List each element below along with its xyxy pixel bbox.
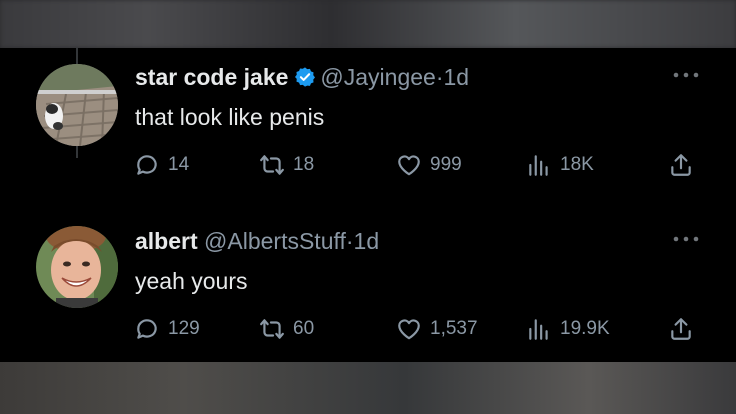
display-name[interactable]: star code jake [135,64,288,90]
retweet-count: 18 [293,154,315,175]
blurred-background-top [0,0,736,48]
tweet-thread: star code jake @Jayingee·1d that look lik… [0,48,736,362]
share-icon [671,318,691,340]
retweet-button[interactable]: 60 [259,314,314,344]
like-button[interactable]: 999 [396,150,462,180]
separator-dot: · [435,64,444,90]
views-icon [529,319,548,340]
timestamp[interactable]: 1d [444,64,470,90]
avatar-star-code-jake[interactable] [36,64,118,146]
views-button[interactable]: 18K [526,150,594,180]
tweet-header: albert @AlbertsStuff·1d [135,226,379,256]
retweet-icon [260,155,284,175]
retweet-count: 60 [293,318,315,339]
like-count: 999 [430,154,462,175]
tweet-2[interactable]: albert @AlbertsStuff·1d yeah yours 129 6… [0,208,736,348]
timestamp[interactable]: 1d [354,228,380,254]
views-icon [529,155,548,176]
share-icon [671,154,691,176]
blurred-background-bottom [0,362,736,414]
tweet-text: yeah yours [135,268,248,294]
reply-icon [137,319,157,339]
tweet-actions: 14 18 999 18K [134,150,714,180]
like-icon [398,319,420,340]
avatar-albert[interactable] [36,226,118,308]
view-count: 18K [560,154,594,175]
tweet-1[interactable]: star code jake @Jayingee·1d that look lik… [0,48,736,188]
tweet-text: that look like penis [135,104,325,130]
like-button[interactable]: 1,537 [396,314,478,344]
share-button[interactable] [668,150,702,180]
reply-icon [137,155,157,175]
user-handle[interactable]: @AlbertsStuff [204,228,346,254]
tweet-header: star code jake @Jayingee·1d [135,62,469,92]
reply-button[interactable]: 14 [134,150,189,180]
more-icon[interactable] [670,234,702,244]
tweet-actions: 129 60 1,537 19.9K [134,314,714,344]
share-button[interactable] [668,314,702,344]
retweet-icon [260,319,284,339]
retweet-button[interactable]: 18 [259,150,314,180]
verified-badge-icon [294,65,316,87]
separator-dot: · [345,228,354,254]
reply-button[interactable]: 129 [134,314,200,344]
user-handle[interactable]: @Jayingee [320,64,435,90]
like-count: 1,537 [430,318,478,339]
reply-count: 129 [168,318,200,339]
view-count: 19.9K [560,318,610,339]
more-icon[interactable] [670,70,702,80]
views-button[interactable]: 19.9K [526,314,610,344]
display-name[interactable]: albert [135,228,198,254]
reply-count: 14 [168,154,190,175]
like-icon [398,155,420,176]
